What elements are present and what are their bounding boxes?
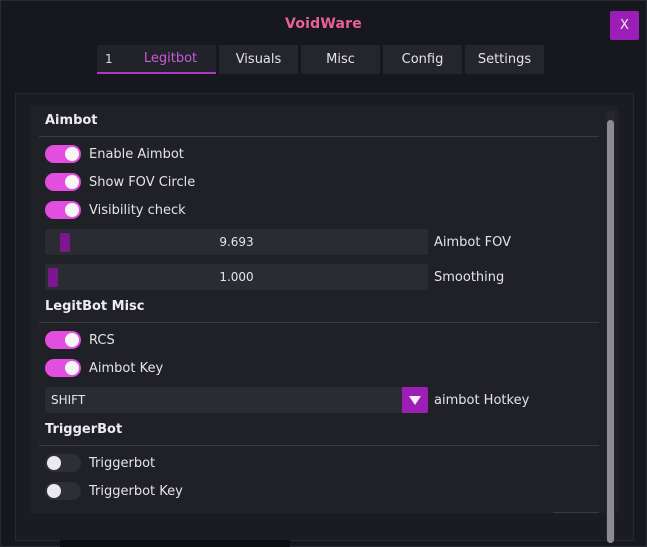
- aimbot-fov-slider[interactable]: 9.693: [45, 229, 428, 255]
- aimbot-key-label: Aimbot Key: [89, 360, 164, 376]
- toggle-knob: [65, 175, 79, 189]
- aimbot-hotkey-value: SHIFT: [51, 393, 86, 407]
- rcs-label: RCS: [89, 332, 115, 348]
- background-strip: [60, 540, 290, 547]
- show-fov-circle-label: Show FOV Circle: [89, 174, 196, 190]
- rcs-toggle[interactable]: [45, 331, 81, 349]
- tab-number: 1: [105, 51, 113, 66]
- triggerbot-key-toggle[interactable]: [45, 482, 81, 500]
- scrollbar-thumb[interactable]: [607, 120, 614, 543]
- section-title-aimbot: Aimbot: [45, 113, 98, 128]
- enable-aimbot-toggle[interactable]: [45, 145, 81, 163]
- rcs-row[interactable]: RCS: [45, 331, 115, 349]
- divider: [39, 136, 599, 137]
- dropdown-arrow-icon[interactable]: [402, 387, 428, 413]
- show-fov-circle-toggle[interactable]: [45, 173, 81, 191]
- toggle-knob: [47, 456, 61, 470]
- divider: [553, 512, 599, 513]
- tab-label: Legitbot: [143, 51, 198, 66]
- smoothing-value: 1.000: [219, 270, 254, 284]
- window-title: VoidWare: [285, 16, 362, 32]
- toggle-knob: [65, 333, 79, 347]
- tab-misc[interactable]: Misc: [301, 45, 380, 74]
- toggle-knob: [65, 147, 79, 161]
- show-fov-circle-row[interactable]: Show FOV Circle: [45, 173, 195, 191]
- enable-aimbot-label: Enable Aimbot: [89, 146, 184, 162]
- toggle-knob: [47, 484, 61, 498]
- close-button[interactable]: X: [610, 11, 639, 40]
- app-window: VoidWare X 1 Legitbot Visuals Misc Confi…: [0, 0, 647, 547]
- visibility-check-toggle[interactable]: [45, 201, 81, 219]
- divider: [39, 322, 599, 323]
- triggerbot-key-row[interactable]: Triggerbot Key: [45, 482, 183, 500]
- section-title-triggerbot: TriggerBot: [45, 422, 123, 437]
- toggle-knob: [65, 361, 79, 375]
- divider: [39, 445, 599, 446]
- toggle-knob: [65, 203, 79, 217]
- aimbot-hotkey-label: aimbot Hotkey: [434, 393, 530, 408]
- triggerbot-row[interactable]: Triggerbot: [45, 454, 155, 472]
- smoothing-slider[interactable]: 1.000: [45, 264, 428, 290]
- triggerbot-key-label: Triggerbot Key: [89, 483, 183, 499]
- triggerbot-label: Triggerbot: [89, 455, 156, 471]
- aimbot-hotkey-select[interactable]: SHIFT: [45, 387, 428, 413]
- tab-settings[interactable]: Settings: [465, 45, 544, 74]
- aimbot-fov-value: 9.693: [219, 235, 254, 249]
- aimbot-key-row[interactable]: Aimbot Key: [45, 359, 163, 377]
- scrollbar[interactable]: [606, 111, 615, 543]
- visibility-check-row[interactable]: Visibility check: [45, 201, 186, 219]
- triggerbot-toggle[interactable]: [45, 454, 81, 472]
- aimbot-key-toggle[interactable]: [45, 359, 81, 377]
- aimbot-fov-label: Aimbot FOV: [434, 235, 511, 250]
- enable-aimbot-row[interactable]: Enable Aimbot: [45, 145, 184, 163]
- tab-visuals[interactable]: Visuals: [219, 45, 298, 74]
- tab-config[interactable]: Config: [383, 45, 462, 74]
- tab-legitbot[interactable]: 1 Legitbot: [97, 45, 216, 74]
- visibility-check-label: Visibility check: [89, 202, 186, 218]
- section-title-legitbot-misc: LegitBot Misc: [45, 299, 145, 314]
- smoothing-label: Smoothing: [434, 270, 505, 285]
